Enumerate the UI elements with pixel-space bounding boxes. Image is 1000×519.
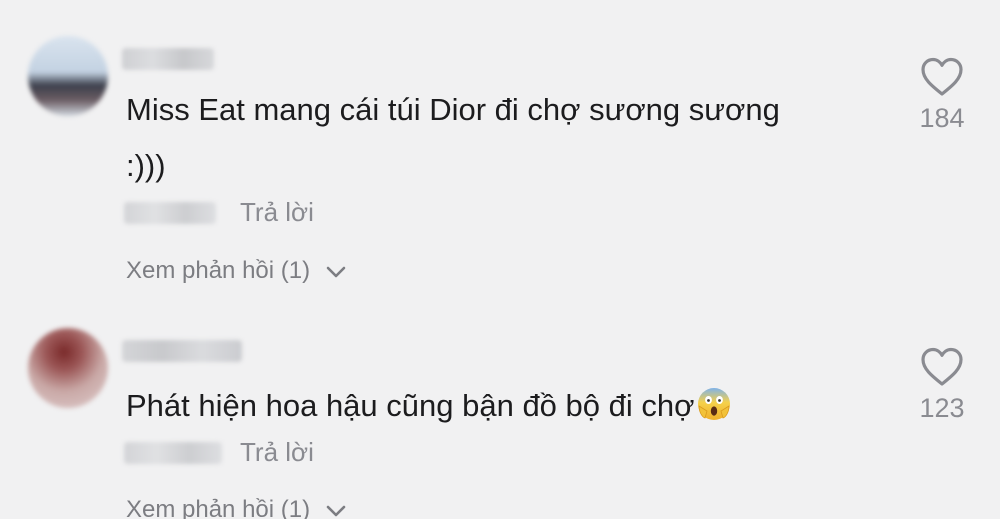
- heart-icon: [912, 56, 972, 98]
- like-button[interactable]: 123: [912, 346, 972, 424]
- chevron-down-icon: [325, 494, 347, 519]
- comment-text: Phát hiện hoa hậu cũng bận đồ bộ đi chợ: [126, 378, 786, 434]
- view-replies-button[interactable]: Xem phản hồi (1): [126, 254, 347, 289]
- like-count: 184: [919, 103, 965, 133]
- comment-date-blurred: [124, 202, 216, 224]
- comment-date-blurred: [124, 442, 222, 464]
- view-replies-button[interactable]: Xem phản hồi (1): [126, 493, 347, 519]
- avatar[interactable]: [28, 328, 108, 408]
- reply-button[interactable]: Trả lời: [240, 195, 314, 229]
- view-replies-label: Xem phản hồi (1): [126, 257, 311, 284]
- comment-text-content: Phát hiện hoa hậu cũng bận đồ bộ đi chợ: [126, 388, 695, 423]
- view-replies-label: Xem phản hồi (1): [126, 496, 311, 519]
- reply-button[interactable]: Trả lời: [240, 435, 314, 469]
- face-screaming-in-fear-icon: [696, 384, 732, 420]
- chevron-down-icon: [325, 255, 347, 289]
- username-blurred[interactable]: [122, 340, 242, 362]
- username-blurred[interactable]: [122, 48, 214, 70]
- comment-text: Miss Eat mang cái túi Dior đi chợ sương …: [126, 92, 780, 183]
- like-button[interactable]: 184: [912, 56, 972, 134]
- avatar[interactable]: [28, 36, 108, 116]
- heart-icon: [912, 346, 972, 388]
- comments-screen: Miss Eat mang cái túi Dior đi chợ sương …: [0, 0, 1000, 519]
- like-count: 123: [919, 393, 965, 423]
